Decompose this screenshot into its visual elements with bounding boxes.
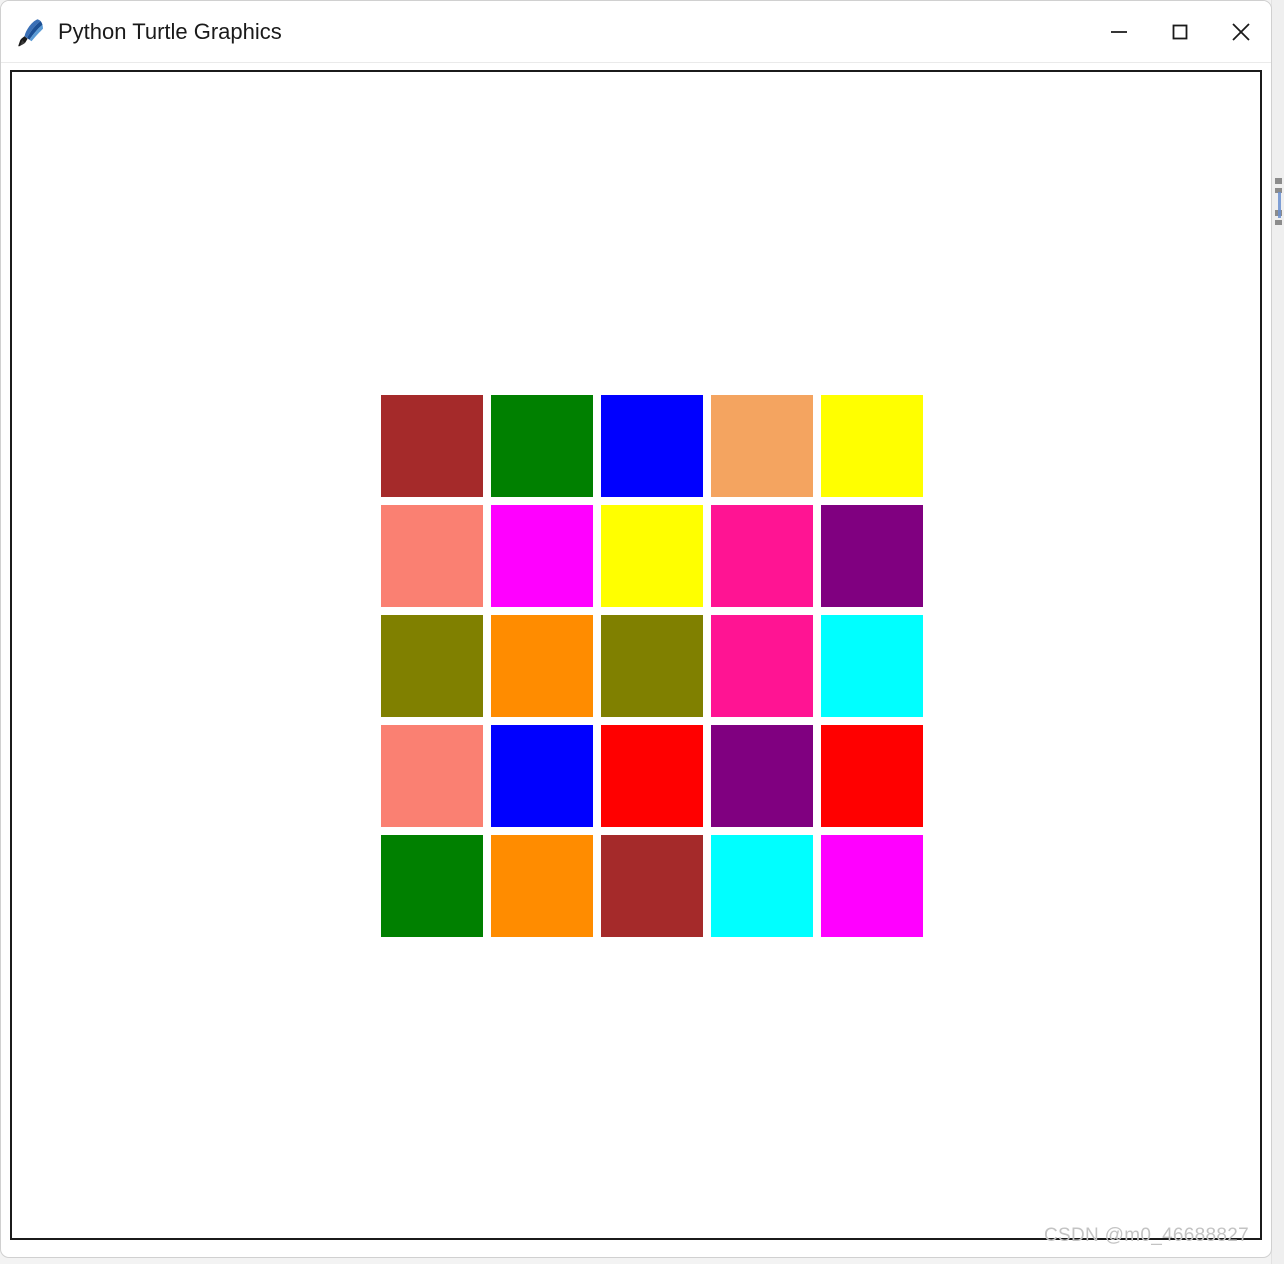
turtle-canvas-frame bbox=[10, 70, 1262, 1240]
maximize-icon bbox=[1172, 24, 1187, 39]
color-square-blue bbox=[601, 395, 703, 497]
color-square-orange bbox=[491, 835, 593, 937]
window-controls bbox=[1088, 1, 1271, 62]
color-square-olive bbox=[601, 615, 703, 717]
color-square-salmon bbox=[381, 725, 483, 827]
python-feather-icon bbox=[18, 17, 44, 47]
close-icon bbox=[1231, 22, 1250, 41]
watermark-text: CSDN @m0_46688827 bbox=[1044, 1225, 1249, 1246]
close-button[interactable] bbox=[1210, 1, 1271, 62]
color-square-olive bbox=[381, 615, 483, 717]
title-bar[interactable]: Python Turtle Graphics bbox=[1, 1, 1271, 63]
color-square-yellow bbox=[821, 395, 923, 497]
minimize-button[interactable] bbox=[1088, 1, 1149, 62]
backdrop-scrollbar-strip[interactable] bbox=[1271, 0, 1284, 1264]
color-square-orange bbox=[491, 615, 593, 717]
color-square-cyan bbox=[711, 835, 813, 937]
color-square-red bbox=[821, 725, 923, 827]
color-square-magenta bbox=[491, 505, 593, 607]
turtle-graphics-window: Python Turtle Graphics CSDN @m0_46688827 bbox=[0, 0, 1272, 1258]
backdrop-scroll-thumb[interactable] bbox=[1278, 192, 1281, 218]
color-square-deeppink bbox=[711, 615, 813, 717]
color-square-yellow bbox=[601, 505, 703, 607]
turtle-canvas[interactable] bbox=[12, 72, 1260, 1238]
color-square-red bbox=[601, 725, 703, 827]
color-square-cyan bbox=[821, 615, 923, 717]
color-square-brown bbox=[601, 835, 703, 937]
minimize-icon bbox=[1110, 30, 1127, 33]
maximize-button[interactable] bbox=[1149, 1, 1210, 62]
color-square-purple bbox=[821, 505, 923, 607]
color-square-green bbox=[491, 395, 593, 497]
color-square-magenta bbox=[821, 835, 923, 937]
window-title: Python Turtle Graphics bbox=[58, 18, 282, 44]
color-square-deeppink bbox=[711, 505, 813, 607]
color-square-blue bbox=[491, 725, 593, 827]
color-square-purple bbox=[711, 725, 813, 827]
color-square-green bbox=[381, 835, 483, 937]
color-square-salmon bbox=[381, 505, 483, 607]
color-square-sandybrown bbox=[711, 395, 813, 497]
color-square-brown bbox=[381, 395, 483, 497]
color-square-grid bbox=[381, 395, 923, 937]
